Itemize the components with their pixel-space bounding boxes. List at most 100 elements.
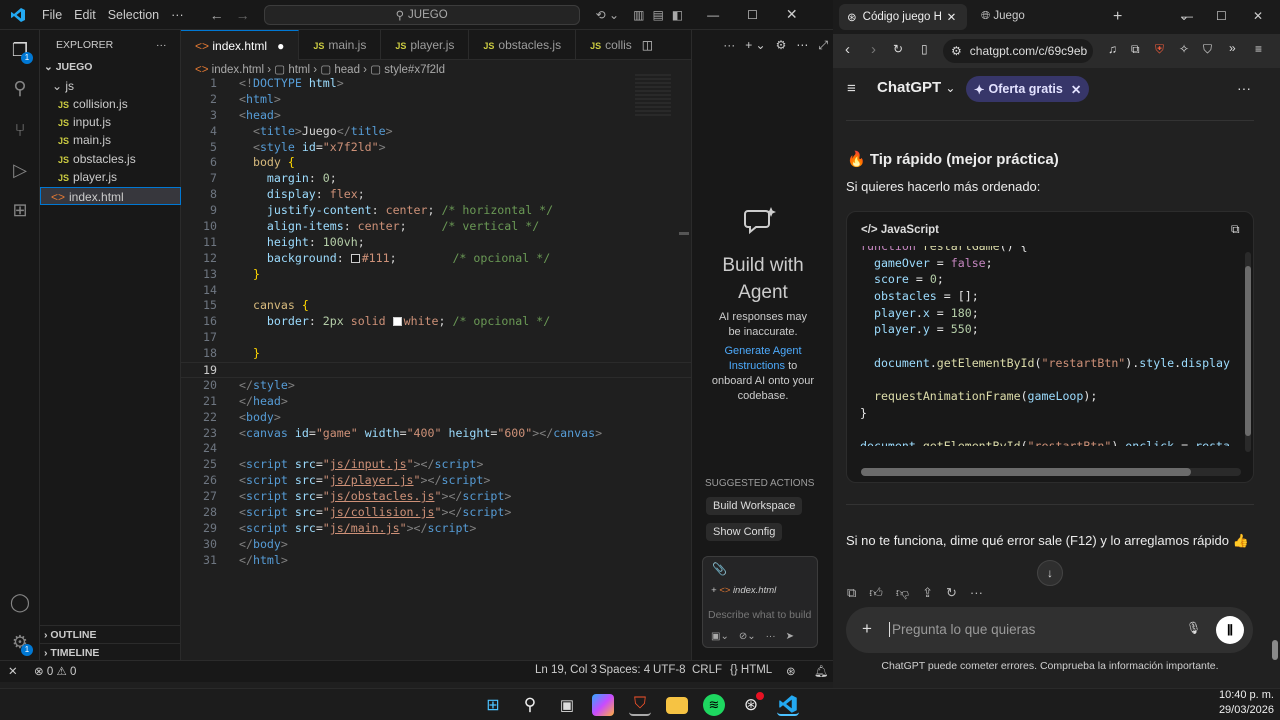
close-tab-icon[interactable]: ✕ <box>947 10 957 24</box>
encoding[interactable]: UTF-8 <box>653 664 686 676</box>
send-icon[interactable]: ➤ <box>786 631 794 642</box>
agent-mode-icon[interactable]: ▣⌄ <box>711 631 729 642</box>
breadcrumb-item[interactable]: html <box>288 64 310 76</box>
menu-edit[interactable]: Edit <box>68 8 102 22</box>
language-mode[interactable]: {} HTML <box>730 664 772 676</box>
bookmark-icon[interactable]: ▯ <box>921 42 928 56</box>
prompt-input[interactable]: Pregunta lo que quieras <box>889 622 1035 637</box>
share-icon[interactable]: ⇪ <box>922 585 933 601</box>
extensions-icon[interactable]: ⧉ <box>1131 42 1140 57</box>
menu-selection[interactable]: Selection <box>102 8 165 22</box>
file-input-js[interactable]: JS input.js <box>40 113 181 131</box>
code-vertical-scrollbar[interactable] <box>1245 252 1251 452</box>
command-center-search[interactable]: ⚲ JUEGO <box>263 4 580 25</box>
outline-section[interactable]: › OUTLINE <box>40 625 181 643</box>
model-picker-icon[interactable]: ⊘⌄ <box>739 631 756 642</box>
account-icon[interactable]: ◯ <box>8 590 32 614</box>
color-swatch[interactable] <box>350 253 360 263</box>
thumbs-up-icon[interactable]: 👍︎ <box>869 585 883 601</box>
clock-time[interactable]: 10:40 p. m. <box>1194 689 1274 701</box>
breadcrumb-item[interactable]: style#x7f2ld <box>384 64 445 76</box>
layout-sidebar-icon[interactable]: ▥ <box>633 8 644 22</box>
forward-arrow-icon[interactable]: → <box>236 7 250 23</box>
close-icon[interactable]: ✕ <box>1071 82 1081 97</box>
offer-badge[interactable]: ✦ Oferta gratis ✕ <box>966 76 1090 102</box>
source-control-icon[interactable]: ⑂ <box>8 118 32 142</box>
more-icon[interactable]: ⋯ <box>796 38 808 52</box>
extensions-icon[interactable]: ⊞ <box>8 198 32 222</box>
reload-icon[interactable]: ↻ <box>893 42 903 56</box>
folder-js[interactable]: ⌄ js <box>40 77 181 95</box>
search-icon[interactable]: ⚲ <box>519 694 541 716</box>
attach-icon[interactable]: 📎 <box>712 562 727 576</box>
tab-main-js[interactable]: JS main.js <box>299 30 382 60</box>
agent-input-box[interactable]: 📎 + <> index.html Describe what to build… <box>702 556 818 648</box>
menu-file[interactable]: File <box>36 8 68 22</box>
minimize-button[interactable]: — <box>707 8 719 22</box>
shield-icon[interactable]: ⛨ <box>1155 42 1164 57</box>
breadcrumb-item[interactable]: head <box>334 64 360 76</box>
voice-mode-button[interactable]: ⫼ <box>1216 616 1244 644</box>
microphone-icon[interactable]: 🎙︎ <box>1186 621 1201 635</box>
file-main-js[interactable]: JS main.js <box>40 131 181 149</box>
regenerate-icon[interactable]: ↻ <box>946 585 957 601</box>
vscode-taskbar-icon[interactable] <box>777 694 799 716</box>
search-icon[interactable]: ⚲ <box>8 76 32 100</box>
line-ending[interactable]: CRLF <box>692 664 722 676</box>
sidebar-toggle-icon[interactable]: ≡ <box>847 80 856 97</box>
copilot-icon[interactable] <box>592 694 614 716</box>
page-scrollbar[interactable] <box>1272 640 1278 660</box>
plus-icon[interactable]: + <box>862 619 872 639</box>
tab-player-js[interactable]: JS player.js <box>381 30 470 60</box>
more-icon[interactable]: ··· <box>970 585 983 601</box>
menu-more[interactable]: ··· <box>165 8 190 22</box>
run-debug-icon[interactable]: ▷ <box>8 158 32 182</box>
browser-menu-icon[interactable]: ≡ <box>1255 42 1262 56</box>
minimap[interactable] <box>635 74 671 118</box>
notifications-bell-icon[interactable]: 🔔︎ <box>814 664 829 678</box>
new-chat-icon[interactable]: + ⌄ <box>745 38 765 52</box>
file-player-js[interactable]: JS player.js <box>40 168 181 186</box>
layout-secondary-icon[interactable]: ◧ <box>672 8 683 22</box>
site-info-icon[interactable]: ⚙ <box>951 44 962 58</box>
remote-icon[interactable]: ✕ <box>8 664 18 678</box>
close-button[interactable]: ✕ <box>1253 9 1263 23</box>
explorer-more-icon[interactable]: ··· <box>156 36 167 54</box>
copy-icon[interactable]: ⧉ <box>1231 222 1240 237</box>
tab-index-html[interactable]: <> index.html ● <box>181 30 300 60</box>
breadcrumb-item[interactable]: index.html <box>212 64 264 76</box>
timeline-section[interactable]: › TIMELINE <box>40 643 181 661</box>
layout-panel-icon[interactable]: ▤ <box>652 8 663 22</box>
maximize-button[interactable]: ☐ <box>1216 9 1227 23</box>
media-icon[interactable]: ♫ <box>1108 42 1117 56</box>
tab-obstacles-js[interactable]: JS obstacles.js <box>469 30 577 60</box>
scroll-down-button[interactable]: ↓ <box>1037 560 1063 586</box>
folder-juego[interactable]: ⌄ JUEGO <box>40 58 181 76</box>
file-explorer-icon[interactable] <box>666 697 688 714</box>
settings-gear-icon[interactable]: ⚙ <box>776 38 787 52</box>
forward-arrow-icon[interactable]: › <box>871 41 876 58</box>
new-tab-icon[interactable]: + <box>1113 8 1122 26</box>
code-editor[interactable]: 1 <!DOCTYPE html> 2 <html> 3 <head> 4 <titl… <box>181 76 691 569</box>
maximize-button[interactable]: ☐ <box>747 8 758 22</box>
color-swatch[interactable] <box>392 317 402 327</box>
address-bar[interactable]: ⚙ chatgpt.com/c/69c9eb <box>943 39 1093 63</box>
spotify-icon[interactable]: ≋ <box>703 694 725 716</box>
more-options-icon[interactable]: ··· <box>1237 80 1251 96</box>
start-windows-icon[interactable]: ⊞ <box>482 694 504 716</box>
vertical-scrollbar[interactable] <box>679 232 689 235</box>
file-collision-js[interactable]: JS collision.js <box>40 95 181 113</box>
menu-chevron-icon[interactable]: » <box>1229 41 1236 55</box>
copilot-icon[interactable]: ⟲ ⌄ <box>596 8 619 22</box>
problems-indicator[interactable]: ⊗ 0 ⚠ 0 <box>34 664 76 678</box>
indentation[interactable]: Spaces: 4 <box>599 664 650 676</box>
tab-collision-js[interactable]: JS collis <box>576 30 636 60</box>
back-arrow-icon[interactable]: ‹ <box>845 41 850 58</box>
code-horizontal-scrollbar[interactable] <box>861 468 1241 476</box>
browser-tab-juego[interactable]: 🌐︎ Juego <box>981 10 1025 23</box>
unsaved-dot-icon[interactable]: ● <box>277 39 284 53</box>
thumbs-down-icon[interactable]: 👎︎ <box>896 585 909 601</box>
close-button[interactable]: ✕ <box>786 6 798 23</box>
build-workspace-button[interactable]: Build Workspace <box>706 497 803 515</box>
file-index-html[interactable]: <> index.html <box>40 187 181 205</box>
